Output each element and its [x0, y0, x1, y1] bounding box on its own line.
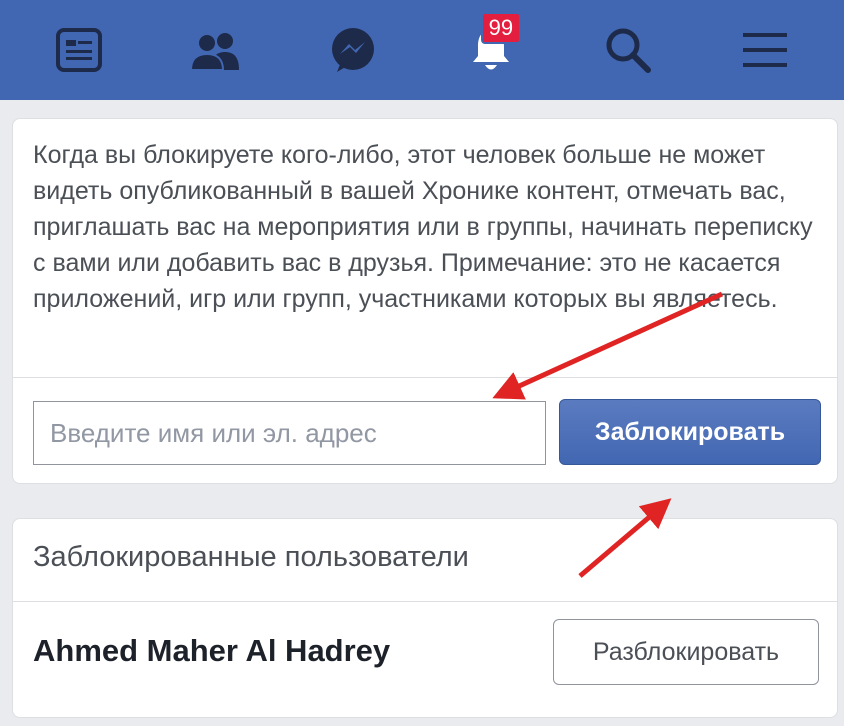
block-user-card: Когда вы блокируете кого-либо, этот чело…: [12, 118, 838, 484]
notification-count-badge: 99: [480, 12, 522, 44]
menu-icon[interactable]: [735, 20, 795, 80]
block-search-input[interactable]: [33, 401, 546, 465]
blocked-user-name: Ahmed Maher Al Hadrey: [33, 633, 391, 668]
search-icon[interactable]: [598, 20, 658, 80]
messenger-icon[interactable]: [323, 20, 383, 80]
notifications-icon[interactable]: 99: [461, 12, 522, 80]
top-navigation-bar: 99: [0, 0, 844, 100]
blocked-users-title: Заблокированные пользователи: [33, 541, 469, 573]
block-button[interactable]: Заблокировать: [559, 399, 821, 465]
friends-icon[interactable]: [186, 20, 246, 80]
blocked-users-card: Заблокированные пользователи Ahmed Maher…: [12, 518, 838, 718]
divider: [13, 601, 837, 602]
divider: [13, 377, 837, 378]
unblock-button[interactable]: Разблокировать: [553, 619, 819, 685]
news-feed-icon[interactable]: [49, 20, 109, 80]
block-description: Когда вы блокируете кого-либо, этот чело…: [33, 141, 813, 313]
